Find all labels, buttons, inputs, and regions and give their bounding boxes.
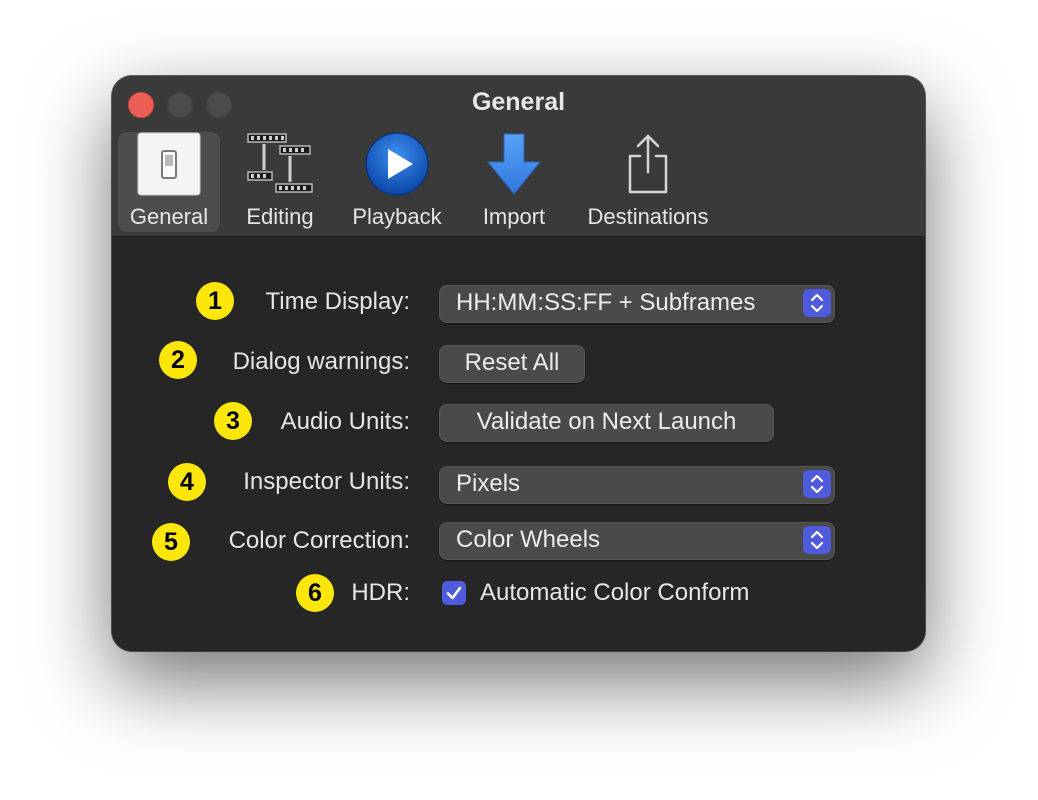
audio-units-label: Audio Units:	[280, 408, 410, 435]
switch-icon	[137, 132, 201, 201]
download-arrow-icon	[484, 132, 544, 201]
film-editing-icon	[246, 132, 314, 201]
inspector-units-value: Pixels	[456, 470, 521, 497]
callout-badge-4: 4	[168, 463, 206, 501]
tab-destinations-label: Destinations	[587, 204, 709, 229]
color-correction-value: Color Wheels	[456, 526, 601, 553]
reset-all-button[interactable]: Reset All	[439, 345, 585, 383]
window-title: General	[471, 88, 566, 116]
dialog-warnings-label: Dialog warnings:	[232, 348, 410, 375]
time-display-label: Time Display:	[265, 288, 410, 315]
tab-playback[interactable]: Playback	[342, 132, 452, 232]
share-icon	[625, 132, 671, 201]
validate-on-next-launch-button[interactable]: Validate on Next Launch	[439, 404, 774, 442]
automatic-color-conform-checkbox[interactable]	[442, 581, 466, 605]
tab-import[interactable]: Import	[464, 132, 564, 232]
callout-badge-6: 6	[296, 574, 334, 612]
time-display-popup[interactable]: HH:MM:SS:FF + Subframes	[439, 285, 835, 323]
checkmark-icon	[442, 586, 466, 609]
toolbar: General General Editing Playback Import …	[112, 76, 925, 237]
callout-badge-2: 2	[159, 341, 197, 379]
tab-editing-label: Editing	[246, 204, 314, 229]
chevron-up-down-icon	[803, 289, 831, 317]
preferences-window: General General Editing Playback Import …	[112, 76, 925, 651]
tab-general[interactable]: General	[118, 132, 220, 232]
color-correction-popup[interactable]: Color Wheels	[439, 522, 835, 560]
tab-import-label: Import	[482, 204, 546, 229]
inspector-units-popup[interactable]: Pixels	[439, 466, 835, 504]
hdr-label: HDR:	[351, 579, 410, 606]
time-display-value: HH:MM:SS:FF + Subframes	[456, 289, 756, 316]
tab-general-label: General	[129, 204, 209, 229]
callout-badge-1: 1	[196, 282, 234, 320]
play-icon	[364, 132, 430, 201]
callout-badge-5: 5	[152, 523, 190, 561]
tab-playback-label: Playback	[352, 204, 442, 229]
chevron-up-down-icon	[803, 526, 831, 554]
chevron-up-down-icon	[803, 470, 831, 498]
tab-destinations[interactable]: Destinations	[576, 132, 720, 232]
callout-badge-3: 3	[214, 402, 252, 440]
inspector-units-label: Inspector Units:	[243, 468, 410, 495]
tab-editing[interactable]: Editing	[230, 132, 330, 232]
automatic-color-conform-label[interactable]: Automatic Color Conform	[480, 579, 749, 607]
color-correction-label: Color Correction:	[228, 527, 410, 554]
